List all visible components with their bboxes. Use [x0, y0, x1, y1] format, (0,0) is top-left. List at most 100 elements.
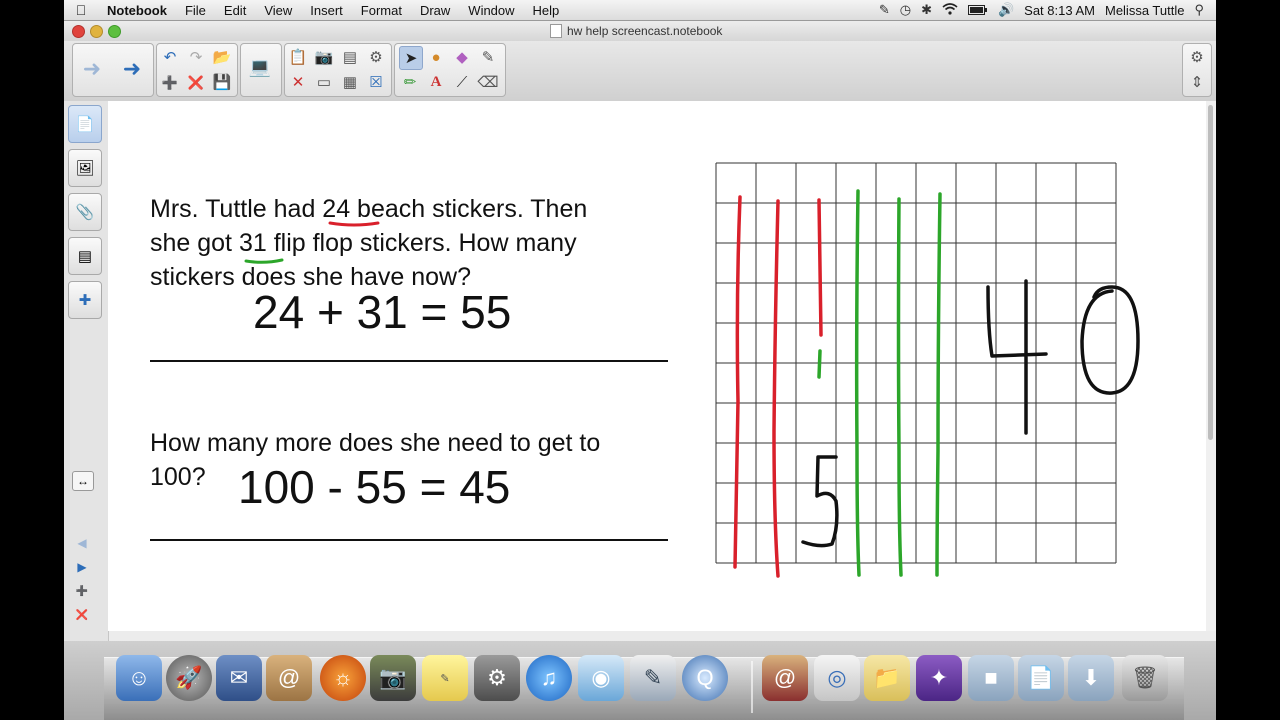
- screen-capture-icon[interactable]: 📷: [313, 46, 335, 68]
- gallery-icon[interactable]: 🖼: [68, 149, 102, 187]
- window-title-group: hw help screencast.notebook: [550, 24, 722, 38]
- mail-icon[interactable]: ✉: [216, 655, 262, 701]
- forward-arrow-icon[interactable]: ➜: [121, 58, 143, 80]
- menu-help[interactable]: Help: [524, 3, 569, 18]
- select-arrow-icon[interactable]: ➤: [399, 46, 423, 70]
- apple-logo-icon[interactable]: : [64, 2, 98, 18]
- add-page-small-icon[interactable]: ➕: [74, 583, 90, 599]
- downloads-folder-icon[interactable]: ⬇: [1068, 655, 1114, 701]
- title-bar: hw help screencast.notebook: [64, 21, 1216, 41]
- quicktime-icon[interactable]: Q: [682, 655, 728, 701]
- notebook-page[interactable]: Mrs. Tuttle had 24 beach stickers. Then …: [108, 101, 1206, 631]
- swap-sides-icon[interactable]: ↔: [72, 471, 94, 491]
- menu-file[interactable]: File: [176, 3, 215, 18]
- itunes-icon[interactable]: ♫: [526, 655, 572, 701]
- time-machine-icon[interactable]: ◷: [900, 2, 911, 18]
- red-partial-mark: [817, 349, 822, 379]
- next-page-icon[interactable]: ▶: [74, 559, 90, 575]
- undo-icon[interactable]: ↶: [159, 46, 181, 68]
- window-title: hw help screencast.notebook: [567, 24, 723, 38]
- documents-folder-icon[interactable]: 📄: [1018, 655, 1064, 701]
- menu-draw[interactable]: Draw: [411, 3, 459, 18]
- spotlight-icon[interactable]: ⚲: [1194, 2, 1204, 18]
- system-preferences-icon[interactable]: ⚙: [474, 655, 520, 701]
- dock: ☺ 🚀 ✉ @ ☼ 📷 ✎ ⚙ ♫ ◉ ✎ Q @ ◎ 📁 ✦ ■ 📄 ⬇ 🗑: [64, 641, 1216, 720]
- navigation-group: ➜ ➜: [72, 43, 154, 97]
- zoom-window-button[interactable]: [108, 25, 121, 38]
- pens-icon[interactable]: ✏: [399, 71, 421, 93]
- menu-format[interactable]: Format: [352, 3, 411, 18]
- dvd-player-icon[interactable]: ◉: [578, 655, 624, 701]
- grid-anchor: [716, 101, 717, 102]
- back-arrow-icon[interactable]: ➜: [81, 58, 103, 80]
- gear-icon[interactable]: ⚙: [1186, 46, 1208, 68]
- table-icon[interactable]: ▦: [339, 71, 361, 93]
- menu-insert[interactable]: Insert: [301, 3, 352, 18]
- settings-group: ⚙ ⇕: [1182, 43, 1212, 97]
- text-icon[interactable]: A: [425, 71, 447, 93]
- stickies-icon[interactable]: ✎: [422, 655, 468, 701]
- launchpad-icon[interactable]: 🚀: [166, 655, 212, 701]
- folder-icon[interactable]: 📁: [864, 655, 910, 701]
- paste-icon[interactable]: 📋: [287, 46, 309, 68]
- record-icon[interactable]: ▤: [339, 46, 361, 68]
- menu-view[interactable]: View: [255, 3, 301, 18]
- minimize-window-button[interactable]: [90, 25, 103, 38]
- menu-window[interactable]: Window: [459, 3, 523, 18]
- handwritten-five: [801, 455, 839, 548]
- address-book-icon[interactable]: @: [266, 655, 312, 701]
- smart-notebook-icon[interactable]: ✦: [916, 655, 962, 701]
- firefox-icon[interactable]: ☼: [320, 655, 366, 701]
- menu-edit[interactable]: Edit: [215, 3, 255, 18]
- vertical-scrollbar[interactable]: [1206, 101, 1216, 631]
- save-icon[interactable]: 💾: [211, 71, 233, 93]
- menu-app-name[interactable]: Notebook: [98, 3, 176, 18]
- bluetooth-icon[interactable]: ✱: [921, 2, 932, 18]
- trash-icon[interactable]: 🗑: [1122, 655, 1168, 701]
- red-ten-strip-2: [772, 199, 780, 578]
- scroll-thumb[interactable]: [1208, 105, 1213, 440]
- draw-tools-group: ➤ ● ◆ ✎ ✏ A ⟋ ⌫: [394, 43, 506, 97]
- preview-icon[interactable]: ◎: [814, 655, 860, 701]
- iphoto-icon[interactable]: 📷: [370, 655, 416, 701]
- magic-lens-icon[interactable]: ⚙: [365, 46, 387, 68]
- edit-group: ↶ ↷ 📂 ➕ ❌ 💾: [156, 43, 238, 97]
- open-folder-icon[interactable]: 📂: [211, 46, 233, 68]
- red-ten-strip-1: [733, 195, 742, 569]
- finder-icon[interactable]: ☺: [116, 655, 162, 701]
- screen-shade-small-icon[interactable]: ▭: [313, 71, 335, 93]
- redo-icon[interactable]: ↷: [185, 46, 207, 68]
- red-underline-24: [328, 221, 380, 227]
- green-underline-31: [244, 258, 284, 264]
- volume-icon[interactable]: 🔊: [998, 2, 1014, 18]
- handwritten-four: [986, 279, 1048, 435]
- battery-icon[interactable]: [967, 3, 988, 18]
- delete-page-small-icon[interactable]: ❌: [74, 607, 90, 623]
- line-icon[interactable]: ⟋: [451, 71, 473, 93]
- wifi-icon[interactable]: [942, 2, 958, 18]
- prev-page-icon[interactable]: ◀: [74, 535, 90, 551]
- screen-shade-icon[interactable]: 💻: [249, 56, 271, 78]
- delete-icon[interactable]: ✕: [287, 71, 309, 93]
- menu-clock[interactable]: Sat 8:13 AM: [1024, 3, 1095, 18]
- add-page-icon[interactable]: ➕: [159, 71, 181, 93]
- fill-eraser-icon[interactable]: ⌫: [477, 71, 499, 93]
- script-icon[interactable]: ✎: [879, 2, 890, 18]
- close-icon[interactable]: ☒: [365, 71, 387, 93]
- eraser-icon[interactable]: ◆: [451, 46, 473, 68]
- red-ten-strip-3: [817, 198, 823, 337]
- handwritten-zero: [1080, 285, 1140, 395]
- textedit-icon[interactable]: ✎: [630, 655, 676, 701]
- delete-page-icon[interactable]: ❌: [185, 71, 207, 93]
- addons-icon[interactable]: ✚: [68, 281, 102, 319]
- properties-icon[interactable]: ▤: [68, 237, 102, 275]
- attachments-icon[interactable]: 📎: [68, 193, 102, 231]
- applications-folder-icon[interactable]: ■: [968, 655, 1014, 701]
- menu-user[interactable]: Melissa Tuttle: [1105, 3, 1184, 18]
- sidebar-toggle-icon[interactable]: ⇕: [1186, 71, 1208, 93]
- page-sorter-icon[interactable]: 📄: [68, 105, 102, 143]
- contacts-icon[interactable]: @: [762, 655, 808, 701]
- close-window-button[interactable]: [72, 25, 85, 38]
- shapes-icon[interactable]: ●: [425, 46, 447, 68]
- magic-pen-icon[interactable]: ✎: [477, 46, 499, 68]
